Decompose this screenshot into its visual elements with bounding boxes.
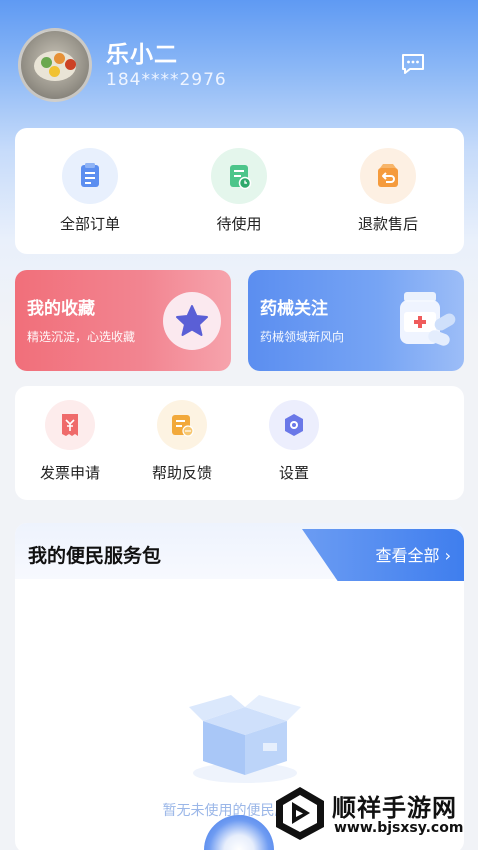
favorites-subtitle: 精选沉淀，心选收藏 xyxy=(27,330,136,344)
medical-subtitle: 药械领域新风向 xyxy=(260,330,345,344)
settings-icon xyxy=(269,400,319,450)
tools-card: 发票申请 帮助反馈 设置 xyxy=(15,386,464,500)
favorites-title: 我的收藏 xyxy=(27,299,95,319)
pending-use-label: 待使用 xyxy=(216,215,262,233)
view-all-label: 查看全部 xyxy=(375,546,440,565)
message-icon[interactable] xyxy=(400,52,426,76)
watermark-url: www.bjsxsy.com xyxy=(334,820,464,836)
pending-use-button[interactable]: 待使用 xyxy=(179,148,299,243)
watermark-logo-icon xyxy=(272,784,328,842)
refund-button[interactable]: 退款售后 xyxy=(328,148,448,243)
phone-number: 184****2976 xyxy=(106,70,227,90)
orders-card: 全部订单 待使用 退款售后 xyxy=(15,128,464,254)
refund-label: 退款售后 xyxy=(357,215,418,233)
view-all-link[interactable]: 查看全部 › xyxy=(376,542,452,566)
feedback-icon xyxy=(157,400,207,450)
medicine-bottle-icon xyxy=(394,286,460,356)
invoice-icon xyxy=(45,400,95,450)
watermark: 顺祥手游网 www.bjsxsy.com xyxy=(268,780,473,846)
avatar-food-dot xyxy=(54,53,65,64)
avatar[interactable] xyxy=(18,28,92,102)
help-feedback-label: 帮助反馈 xyxy=(151,464,212,482)
watermark-name: 顺祥手游网 xyxy=(332,794,457,822)
invoice-button[interactable]: 发票申请 xyxy=(15,400,125,490)
settings-label: 设置 xyxy=(278,464,309,482)
help-feedback-button[interactable]: 帮助反馈 xyxy=(127,400,237,490)
invoice-label: 发票申请 xyxy=(39,464,100,482)
all-orders-label: 全部订单 xyxy=(59,215,120,233)
refund-icon xyxy=(360,148,416,204)
favorites-card[interactable]: 我的收藏 精选沉淀，心选收藏 xyxy=(15,270,231,371)
medical-title: 药械关注 xyxy=(260,299,328,319)
service-pack-title: 我的便民服务包 xyxy=(28,545,162,567)
order-list-icon xyxy=(62,148,118,204)
star-icon xyxy=(163,292,221,350)
avatar-food-dot xyxy=(65,59,76,70)
profile-header: 乐小二 184****2976 xyxy=(0,0,478,125)
all-orders-button[interactable]: 全部订单 xyxy=(30,148,150,243)
settings-button[interactable]: 设置 xyxy=(239,400,349,490)
username: 乐小二 xyxy=(106,42,178,68)
medical-attention-card[interactable]: 药械关注 药械领域新风向 xyxy=(248,270,464,371)
pending-use-icon xyxy=(211,148,267,204)
avatar-food-dot xyxy=(49,66,60,77)
chevron-right-icon: › xyxy=(439,546,451,565)
empty-box-icon xyxy=(185,673,305,788)
